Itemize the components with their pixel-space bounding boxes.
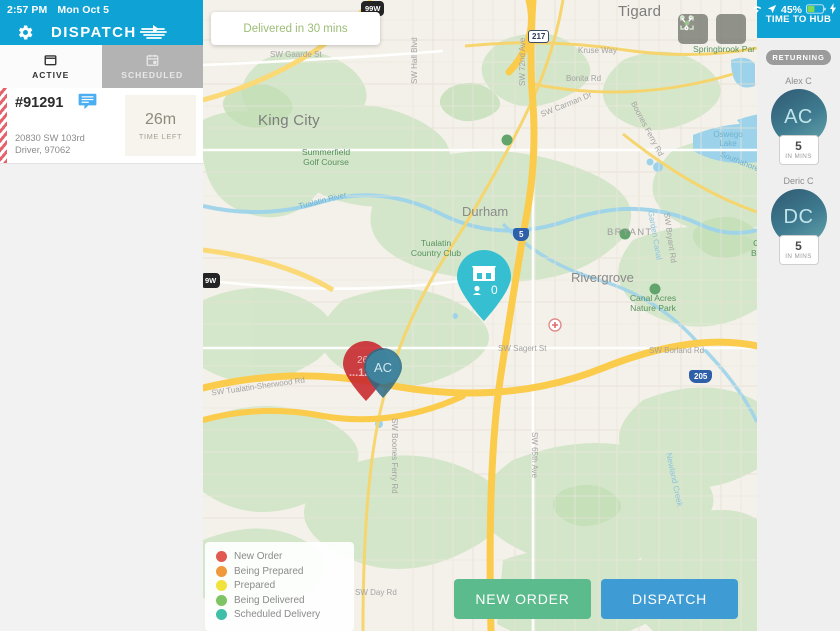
new-order-button[interactable]: NEW ORDER — [454, 579, 591, 619]
hub-count: 0 — [491, 283, 498, 297]
legend-label: Prepared — [234, 580, 276, 591]
app-header: DISPATCH — [0, 19, 203, 45]
driver-eta-value: 5 — [795, 139, 802, 153]
hub-sidebar: TIME TO HUB RETURNING Alex C AC 5 IN MIN… — [757, 0, 840, 631]
order-time-value: 26m — [144, 110, 177, 128]
driver-eta: 5 IN MINS — [778, 135, 819, 165]
driver-eta-label: IN MINS — [785, 153, 812, 160]
legend-color-dot — [216, 565, 227, 577]
legend-label: New Order — [234, 551, 283, 562]
driver-eta-value: 5 — [795, 239, 802, 253]
recenter-cluster-icon[interactable] — [680, 14, 746, 44]
order-list: #91291 20830 SW 103rd Driver, 97062 26m … — [0, 88, 203, 164]
app-title: DISPATCH — [51, 23, 137, 41]
battery-percent: 45% — [780, 3, 802, 16]
legend-color-dot — [216, 609, 227, 620]
order-details: #91291 20830 SW 103rd Driver, 97062 — [7, 88, 125, 163]
status-bar-indicators: 45% — [751, 0, 836, 19]
driver-item-alex-c[interactable]: Alex C AC 5 IN MINS — [757, 76, 840, 165]
dispatch-button[interactable]: DISPATCH — [601, 579, 738, 619]
legend-color-dot — [216, 580, 227, 591]
route-shield-217: 217 — [528, 30, 550, 43]
status-time: 2:57 PM — [7, 3, 48, 16]
wifi-icon — [751, 1, 763, 19]
order-address-line1: 20830 SW 103rd — [15, 133, 85, 143]
route-shield-99w-2: 9W — [203, 273, 221, 288]
map-canvas[interactable]: Tigard King City Durham Rivergrove BRYAN… — [203, 0, 757, 631]
driver-marker-initials: AC — [374, 360, 392, 375]
ios-status-bar: 2:57 PM Mon Oct 5 — [0, 0, 203, 19]
legend-item: Being Delivered — [216, 594, 354, 606]
legend-label: Being Prepared — [234, 565, 304, 577]
sidebar-tabs: ACTIVE SCHEDULED — [0, 45, 203, 88]
location-arrow-icon — [767, 1, 777, 19]
map-action-bar: NEW ORDER DISPATCH — [454, 579, 738, 619]
driver-name: Alex C — [785, 76, 812, 86]
map-legend: New Order Being Prepared Prepared Being … — [205, 542, 354, 631]
driver-eta: 5 IN MINS — [778, 235, 819, 265]
dispatch-app: Tigard King City Durham Rivergrove BRYAN… — [0, 0, 840, 631]
status-badge: RETURNING — [766, 50, 831, 65]
status-date: Mon Oct 5 — [57, 3, 110, 16]
speed-lines-icon — [138, 24, 168, 40]
order-id: #91291 — [15, 95, 64, 111]
order-time-label: TIME LEFT — [138, 131, 183, 141]
legend-label: Being Delivered — [234, 594, 305, 606]
tab-active[interactable]: ACTIVE — [0, 45, 102, 88]
chat-bubble-icon[interactable] — [78, 93, 97, 110]
battery-icon — [806, 1, 826, 19]
legend-item: Prepared — [216, 580, 354, 591]
legend-item: Scheduled Delivery — [216, 609, 354, 620]
tab-scheduled[interactable]: SCHEDULED — [101, 45, 203, 88]
order-status-stripe — [0, 88, 7, 163]
square-icon — [43, 53, 58, 67]
legend-item: New Order — [216, 551, 354, 562]
order-card[interactable]: #91291 20830 SW 103rd Driver, 97062 26m … — [0, 88, 203, 164]
calendar-clock-icon — [145, 53, 160, 67]
driver-eta-label: IN MINS — [785, 253, 812, 260]
gear-icon[interactable] — [17, 24, 34, 41]
tab-active-label: ACTIVE — [32, 70, 70, 80]
legend-color-dot — [216, 551, 227, 562]
legend-color-dot — [216, 594, 227, 606]
legend-label: Scheduled Delivery — [234, 609, 321, 620]
map-controls — [678, 14, 746, 44]
order-time-left: 26m TIME LEFT — [125, 95, 196, 156]
delivery-toast: Delivered in 30 mins — [211, 12, 380, 45]
left-sidebar: 2:57 PM Mon Oct 5 DISPATCH ACTIVE SCHEDU… — [0, 0, 203, 631]
driver-item-deric-c[interactable]: Deric C DC 5 IN MINS — [757, 176, 840, 265]
charging-bolt-icon — [830, 1, 836, 19]
order-address-line2: Driver, 97062 — [15, 145, 71, 155]
route-shield-i205: 205 — [689, 370, 713, 383]
driver-name: Deric C — [783, 176, 814, 186]
tab-scheduled-label: SCHEDULED — [121, 70, 184, 80]
legend-item: Being Prepared — [216, 565, 354, 577]
